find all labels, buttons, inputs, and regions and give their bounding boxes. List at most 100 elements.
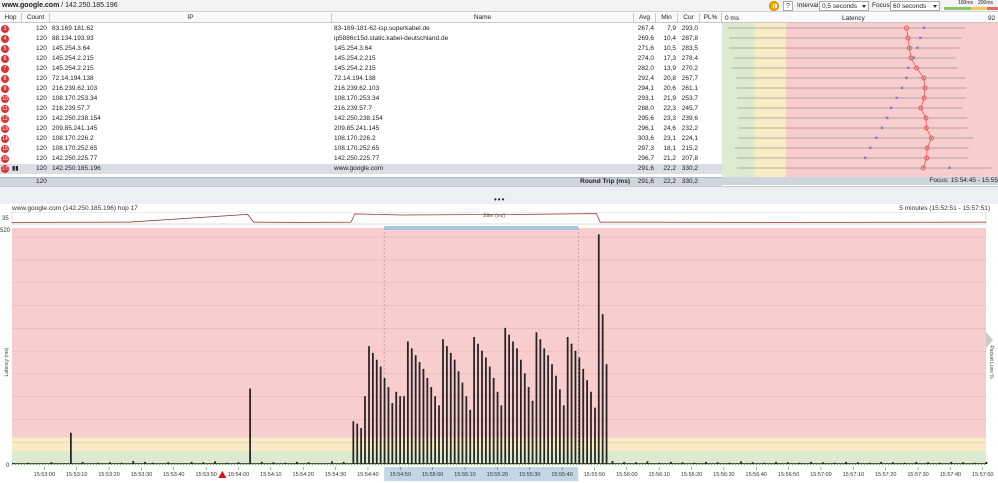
x-tick-label: 15:57:20	[875, 472, 896, 478]
cell-min: 20,6	[663, 85, 676, 92]
latency-header-max: 92	[988, 15, 996, 22]
x-tick-label: 15:56:10	[648, 472, 669, 478]
table-row[interactable]: 12 120 142.250.238.154 142.250.238.154 295,6…	[0, 114, 722, 124]
table-row[interactable]: 5 120 145.254.3.64 145.254.3.64 271,6 10,5 283…	[0, 44, 722, 54]
cell-avg: 293,1	[637, 95, 654, 102]
cell-ip: 216.239.62.103	[52, 85, 98, 92]
cell-pl	[700, 114, 720, 124]
cell-ip: 145.254.2.215	[52, 55, 94, 62]
cell-avg: 282,0	[637, 65, 654, 72]
cell-name: 83-169-181-62-isp.superkabel.de	[334, 25, 430, 32]
cell-cur: 224,1	[681, 135, 698, 142]
cell-name: 145.254.3.64	[334, 45, 372, 52]
cell-name: 209.85.241.145	[334, 125, 380, 132]
cell-name: 216.239.62.103	[334, 85, 380, 92]
cell-min: 24,6	[663, 125, 676, 132]
chevron-down-icon	[862, 5, 866, 8]
cell-cur: 245,7	[681, 105, 698, 112]
cell-min: 10,4	[663, 35, 676, 42]
cell-count: 120	[36, 45, 47, 52]
cell-min: 23,1	[663, 135, 676, 142]
cell-cur: 261,1	[681, 85, 698, 92]
col-header-cur[interactable]: Cur	[678, 13, 700, 23]
x-tick-label: 15:55:20	[487, 472, 508, 478]
table-row[interactable]: 9 120 216.239.62.103 216.239.62.103 294,1 20,…	[0, 84, 722, 94]
splitter-grip-icon[interactable]: •••	[494, 196, 505, 204]
x-tick-label: 15:53:10	[66, 472, 87, 478]
focus-select[interactable]: 60 seconds	[890, 1, 940, 11]
cur-marker: ×	[868, 146, 872, 152]
table-row[interactable]: 7 120 145.254.2.215 145.254.2.215 282,0 13,9 2…	[0, 64, 722, 74]
x-tick-label: 15:54:20	[293, 472, 314, 478]
cell-count: 120	[36, 105, 47, 112]
table-row[interactable]: 14 120 108.170.226.2 108.170.226.2 303,6 23,1…	[0, 134, 722, 144]
cell-name: 145.254.2.215	[334, 65, 376, 72]
col-header-pl[interactable]: PL%	[700, 13, 722, 23]
col-header-count[interactable]: Count	[22, 13, 50, 23]
col-header-hop[interactable]: Hop	[0, 13, 22, 23]
graph-time-range: 5 minutes (15:52:51 - 15:57:51)	[899, 205, 990, 212]
hop-badge: 11	[1, 105, 9, 113]
table-row[interactable]: 17 120 142.250.185.196 www.google.com 291,6 2…	[0, 164, 722, 174]
scale-red	[987, 7, 998, 10]
table-row[interactable]: 15 120 108.170.252.65 108.170.252.65 297,3 18…	[0, 144, 722, 154]
x-tick-label: 15:56:00	[616, 472, 637, 478]
x-tick-label: 15:55:00	[422, 472, 443, 478]
cell-count: 120	[36, 135, 47, 142]
col-header-name[interactable]: Name	[332, 13, 634, 23]
scale-label-200: 200ms	[978, 0, 994, 6]
latency-mini-chart: ×××××××××××××××	[722, 23, 998, 184]
cell-cur: 283,5	[681, 45, 698, 52]
target-ip: / 142.250.185.196	[59, 2, 118, 9]
col-header-min[interactable]: Min	[656, 13, 678, 23]
interval-select[interactable]: 0,5 seconds	[819, 1, 869, 11]
selection-handle	[384, 226, 579, 230]
table-row[interactable]: 11 120 216.239.57.7 216.239.57.7 288,0 22,3 24…	[0, 104, 722, 114]
hop-badge: 9	[1, 85, 9, 93]
col-header-ip[interactable]: IP	[50, 13, 332, 23]
zone-green	[722, 23, 754, 184]
table-row[interactable]: 16 120 142.250.225.77 142.250.225.77 296,7 21…	[0, 154, 722, 164]
cell-cur: 207,8	[681, 155, 698, 162]
cur-marker: ×	[922, 26, 926, 32]
cell-pl	[700, 104, 720, 114]
cell-name: www.google.com	[334, 165, 384, 172]
cell-ip: 145.254.2.215	[52, 65, 94, 72]
table-row[interactable]: 10 120 108.170.253.34 108.170.253.34 293,1 21…	[0, 94, 722, 104]
hop-badge: 4	[1, 35, 9, 43]
x-tick-label: 15:56:20	[681, 472, 702, 478]
cell-name: ip5886c15d.static.kabel-deutschland.de	[334, 35, 449, 42]
table-row[interactable]: 6 120 145.254.2.215 145.254.2.215 274,0 17,3 2…	[0, 54, 722, 64]
cell-avg: 271,6	[637, 45, 654, 52]
latency-header-min: 0 ms	[725, 15, 740, 22]
hop-badge: 8	[1, 75, 9, 83]
cur-marker: ×	[895, 96, 899, 102]
zone-yellow	[12, 437, 986, 452]
cur-marker: ×	[919, 36, 923, 42]
cur-marker: ×	[890, 106, 894, 112]
trace-table: Hop Count IP Name Avg Min Cur PL% 3 120 83…	[0, 13, 722, 186]
hop-badge: 15	[1, 145, 9, 153]
cell-count: 120	[36, 155, 47, 162]
cell-cur: 267,7	[681, 75, 698, 82]
table-row[interactable]: 3 120 83.169.181.62 83-169-181-62-isp.super…	[0, 24, 722, 34]
cell-pl	[700, 84, 720, 94]
cur-marker: ×	[900, 86, 904, 92]
cur-marker: ×	[880, 126, 884, 132]
latency-column-header[interactable]: 0 ms Latency 92	[722, 13, 998, 23]
cell-min: 22,2	[663, 165, 676, 172]
col-header-avg[interactable]: Avg	[634, 13, 656, 23]
x-tick-label: 15:57:10	[843, 472, 864, 478]
cell-min: 10,5	[663, 45, 676, 52]
help-button[interactable]: ?	[783, 1, 793, 11]
table-row[interactable]: 13 120 209.85.241.145 209.85.241.145 296,1 24…	[0, 124, 722, 134]
table-row[interactable]: 4 120 88.134.193.93 ip5886c15d.static.kabel…	[0, 34, 722, 44]
cell-pl	[700, 124, 720, 134]
pause-button[interactable]	[769, 1, 779, 11]
cell-min: 21,9	[663, 95, 676, 102]
scale-yellow	[971, 7, 987, 10]
table-row[interactable]: 8 120 72.14.194.138 72.14.194.138 292,4 20,8 2…	[0, 74, 722, 84]
hop-badge: 17	[1, 165, 9, 173]
cell-count: 120	[36, 125, 47, 132]
interval-value: 0,5 seconds	[822, 3, 858, 10]
